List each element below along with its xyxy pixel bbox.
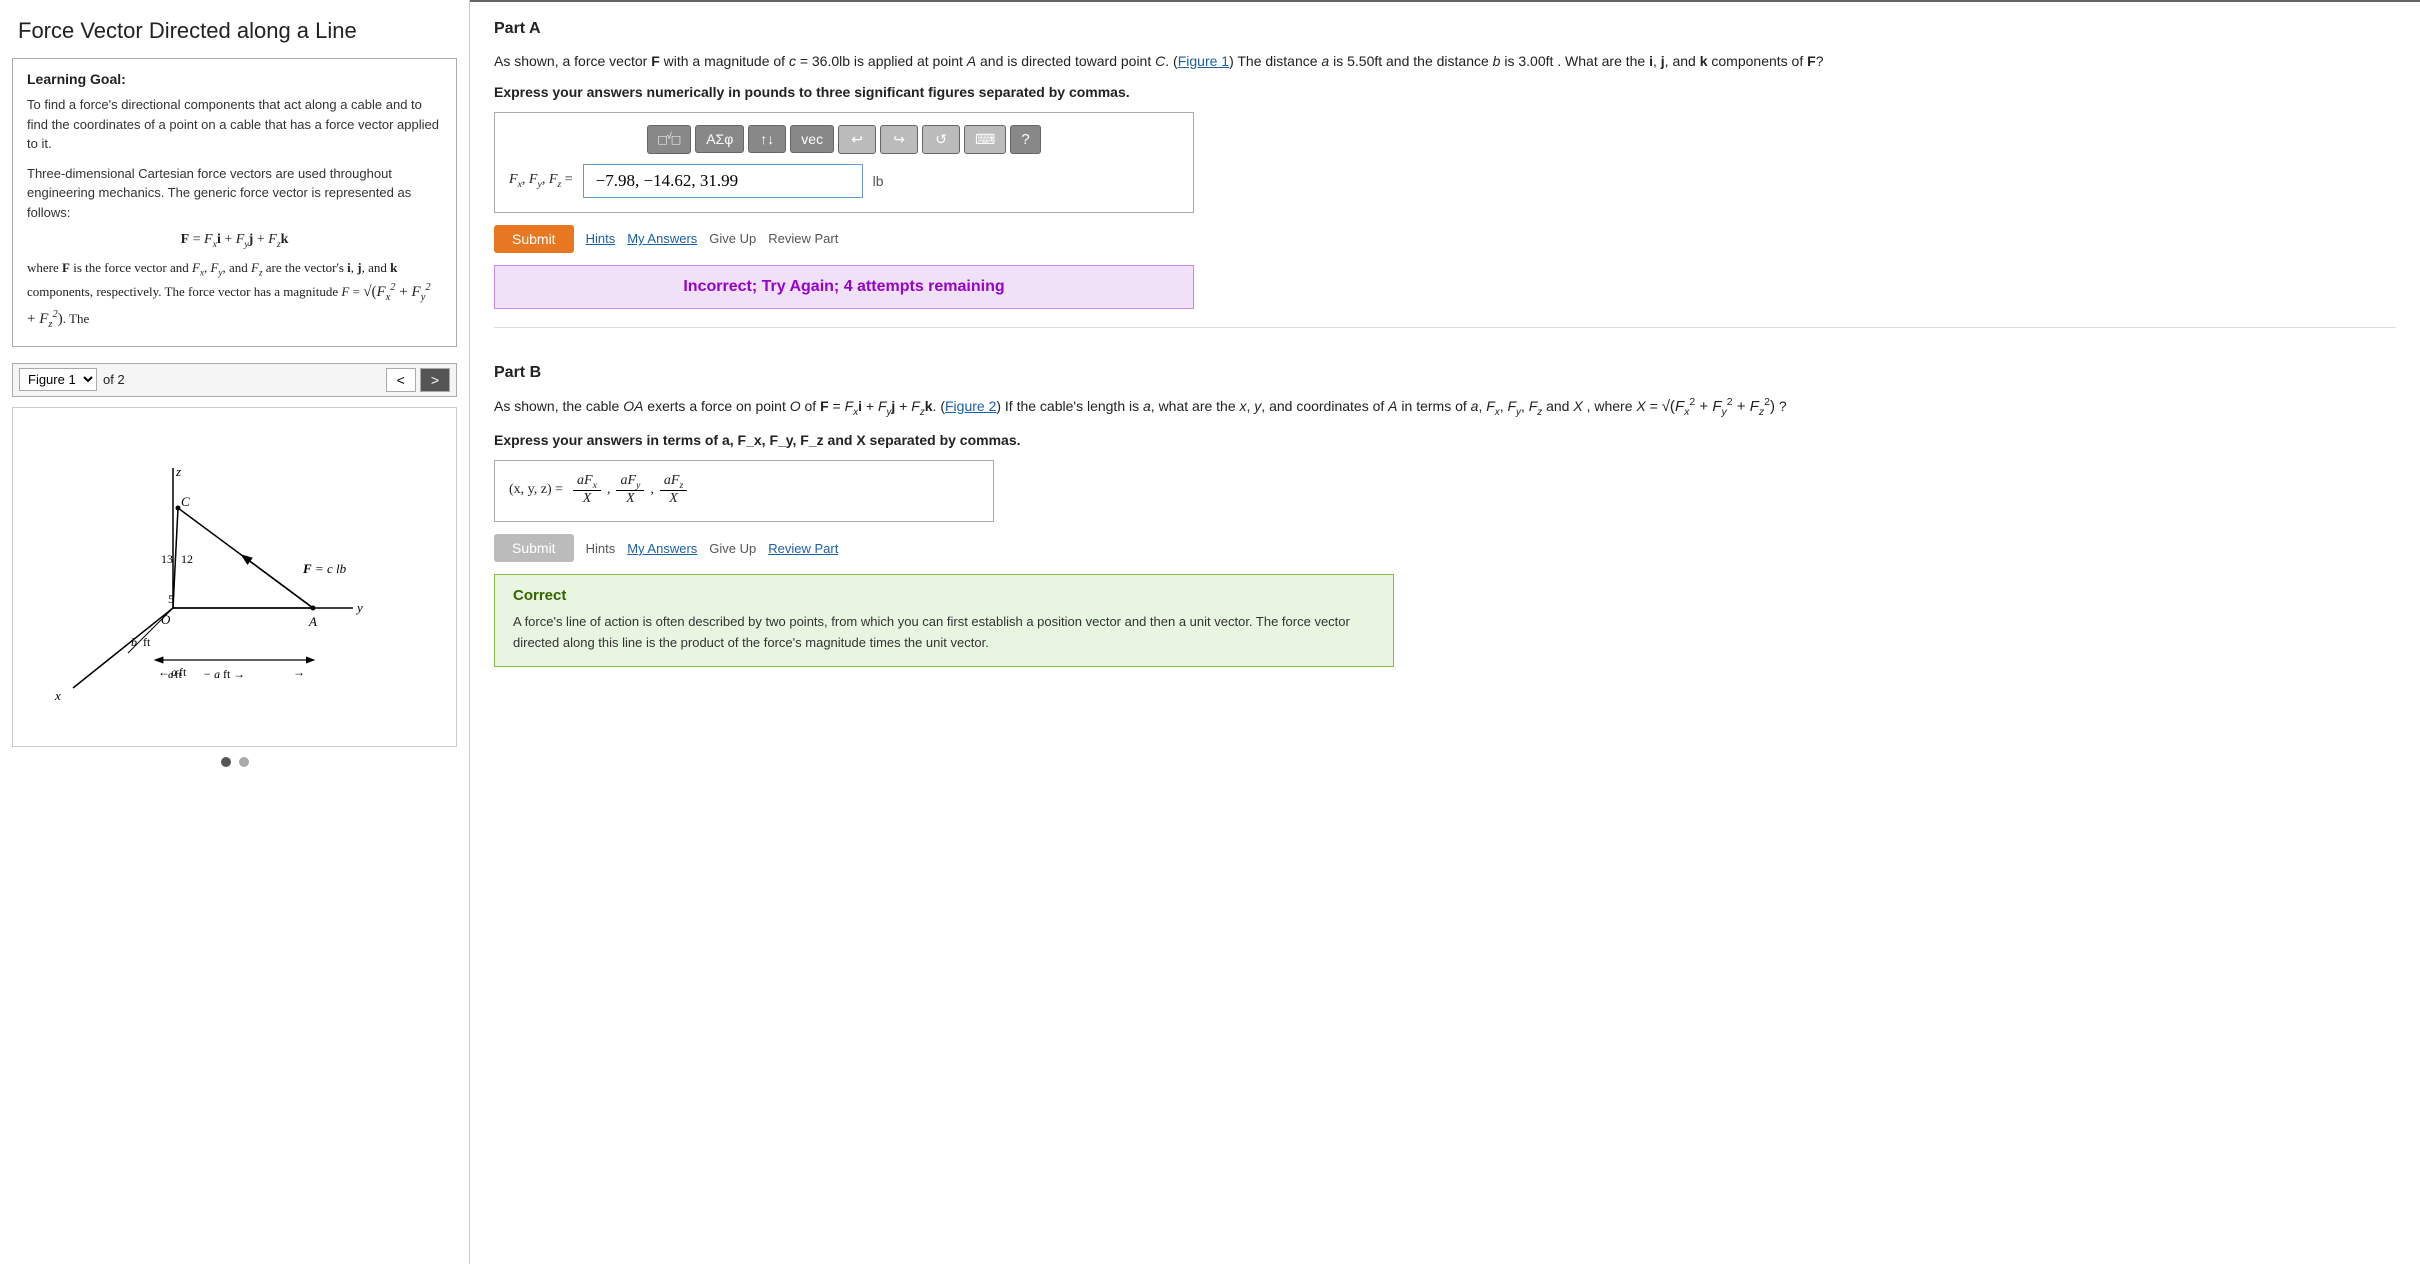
diagram-svg: z y x O A C: [13, 408, 457, 747]
svg-text:13: 13: [161, 552, 173, 566]
part-b-title: Part B: [494, 364, 2396, 382]
svg-text:→: →: [293, 665, 305, 679]
keyboard-btn[interactable]: ⌨: [964, 125, 1006, 154]
diagram-dots: [0, 747, 469, 777]
svg-text:→: →: [233, 667, 245, 681]
part-a-section: Part A As shown, a force vector F with a…: [494, 2, 2396, 328]
part-b-input-row: (x, y, z) = aFx X , aFy X: [509, 473, 979, 508]
dot-1: [221, 757, 231, 767]
part-b-description: As shown, the cable OA exerts a force on…: [494, 394, 2396, 422]
prev-figure-button[interactable]: <: [386, 368, 416, 392]
part-b-input-label: (x, y, z) =: [509, 482, 563, 498]
right-panel: Part A As shown, a force vector F with a…: [470, 0, 2420, 1264]
correct-title: Correct: [513, 587, 1375, 604]
part-b-hints-link[interactable]: Hints: [586, 541, 616, 556]
part-a-title: Part A: [494, 20, 2396, 38]
radical-btn[interactable]: □√□: [647, 125, 691, 154]
undo-btn[interactable]: ↩: [838, 125, 876, 154]
learning-goal-title: Learning Goal:: [27, 71, 442, 87]
svg-text:− a: − a: [203, 667, 220, 681]
svg-text:a: a: [171, 665, 177, 679]
part-b-section: Part B As shown, the cable OA exerts a f…: [494, 346, 2396, 667]
correct-text: A force's line of action is often descri…: [513, 612, 1375, 654]
part-a-submit-button[interactable]: Submit: [494, 225, 574, 253]
svg-text:z: z: [175, 464, 181, 479]
part-b-review-part-link[interactable]: Review Part: [768, 541, 838, 556]
part-a-instruction: Express your answers numerically in poun…: [494, 84, 2396, 100]
diagram-area: z y x O A C: [12, 407, 457, 747]
part-b-my-answers-link[interactable]: My Answers: [627, 541, 697, 556]
svg-text:F = c lb: F = c lb: [302, 561, 347, 576]
part-a-feedback: Incorrect; Try Again; 4 attempts remaini…: [494, 265, 1194, 309]
svg-text:x: x: [54, 688, 61, 703]
learning-goal-para1: To find a force's directional components…: [27, 95, 442, 154]
part-a-review-part-text: Review Part: [768, 231, 838, 246]
of-text: of 2: [103, 372, 125, 387]
help-btn[interactable]: ?: [1010, 125, 1040, 154]
part-a-description: As shown, a force vector F with a magnit…: [494, 50, 2396, 74]
svg-text:←: ←: [158, 665, 170, 679]
part-a-unit: lb: [873, 173, 884, 189]
redo-btn[interactable]: ↪: [880, 125, 918, 154]
dot-2: [239, 757, 249, 767]
part-b-submit-button[interactable]: Submit: [494, 534, 574, 562]
symbol-btn[interactable]: ΑΣφ: [695, 125, 744, 153]
svg-text:ft: ft: [223, 667, 231, 681]
learning-goal-para2: Three-dimensional Cartesian force vector…: [27, 164, 442, 223]
svg-text:ft: ft: [179, 665, 187, 679]
svg-text:12: 12: [181, 552, 193, 566]
part-a-hints-link[interactable]: Hints: [586, 231, 616, 246]
part-a-action-bar: Submit Hints My Answers Give Up Review P…: [494, 225, 2396, 253]
part-b-give-up-text: Give Up: [709, 541, 756, 556]
learning-goal-box: Learning Goal: To find a force's directi…: [12, 58, 457, 347]
part-b-feedback: Correct A force's line of action is ofte…: [494, 574, 1394, 667]
part-a-toolbar: □√□ ΑΣφ ↑↓ vec ↩ ↪ ↺ ⌨ ?: [509, 125, 1179, 154]
svg-text:A: A: [308, 614, 317, 629]
figure1-link[interactable]: Figure 1: [1178, 53, 1229, 69]
refresh-btn[interactable]: ↺: [922, 125, 960, 154]
part-a-my-answers-link[interactable]: My Answers: [627, 231, 697, 246]
part-b-action-bar: Submit Hints My Answers Give Up Review P…: [494, 534, 2396, 562]
arrows-btn[interactable]: ↑↓: [748, 125, 786, 153]
formula-main: F = Fxi + Fyj + Fzk: [27, 232, 442, 250]
vec-btn[interactable]: vec: [790, 125, 834, 153]
svg-text:O: O: [161, 612, 171, 627]
part-a-answer-box: □√□ ΑΣφ ↑↓ vec ↩ ↪ ↺ ⌨ ? Fx, Fy, Fz = lb: [494, 112, 1194, 213]
figure-select[interactable]: Figure 1 Figure 2: [19, 368, 97, 391]
part-a-input-label: Fx, Fy, Fz =: [509, 172, 573, 190]
page-title: Force Vector Directed along a Line: [0, 0, 469, 58]
part-a-input[interactable]: [583, 164, 863, 198]
formula-desc: where F is the force vector and Fx, Fy, …: [27, 258, 442, 334]
part-b-instruction: Express your answers in terms of a, F_x,…: [494, 432, 2396, 448]
part-a-give-up-text: Give Up: [709, 231, 756, 246]
svg-text:C: C: [181, 494, 190, 509]
figure-nav: Figure 1 Figure 2 of 2 < >: [12, 363, 457, 397]
part-b-answer-box: (x, y, z) = aFx X , aFy X: [494, 460, 994, 523]
part-a-input-row: Fx, Fy, Fz = lb: [509, 164, 1179, 198]
left-panel: Force Vector Directed along a Line Learn…: [0, 0, 470, 1264]
svg-text:5: 5: [168, 592, 174, 606]
next-figure-button[interactable]: >: [420, 368, 450, 392]
svg-text:y: y: [355, 600, 363, 615]
figure2-link[interactable]: Figure 2: [945, 398, 996, 414]
part-b-answer-value: aFx X , aFy X , aFz X: [573, 473, 687, 508]
